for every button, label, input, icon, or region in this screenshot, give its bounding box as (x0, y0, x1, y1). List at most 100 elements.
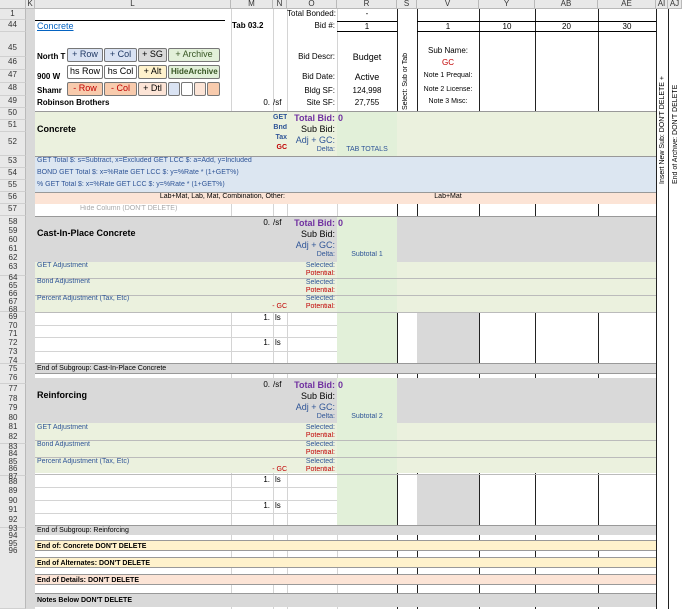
row-header[interactable]: 55 (0, 180, 26, 192)
group2-item1-unit[interactable]: ls (275, 475, 287, 486)
group2-delta-label: Delta: (316, 413, 335, 420)
group2-subtotal-label: Subtotal 2 (351, 413, 383, 420)
concrete-link[interactable]: Concrete (37, 21, 117, 32)
col-ai-label: AI (657, 0, 666, 8)
color-swatch-salmon[interactable] (207, 82, 220, 96)
site-sf-value[interactable]: 27,755 (337, 98, 397, 110)
col-m-label: M (248, 0, 255, 8)
column-header-ai[interactable]: AI (656, 0, 668, 9)
row-header[interactable]: 51 (0, 120, 26, 132)
row-header[interactable]: 50 (0, 108, 26, 120)
color-swatch-white[interactable] (181, 82, 193, 96)
lab-mat-value[interactable]: Lab+Mat (417, 193, 479, 204)
row-header[interactable]: 49 (0, 96, 26, 108)
note2-label: Note 2 License: (423, 86, 473, 93)
hs-col-button[interactable]: hs Col (104, 65, 137, 79)
bldg-sf-value[interactable]: 124,998 (337, 86, 397, 98)
select-all-corner[interactable] (0, 0, 26, 9)
row-header[interactable]: 54 (0, 168, 26, 180)
row-number: 49 (8, 96, 17, 105)
col-n-label: N (276, 0, 283, 8)
sub-name-value[interactable]: GC (419, 58, 477, 70)
column-header-m[interactable]: M (231, 0, 273, 9)
row-header[interactable]: 1 (0, 9, 26, 20)
column-header-v[interactable]: V (417, 0, 479, 9)
select-sub-or-tab[interactable]: Select: Sub or Tab (402, 46, 410, 110)
col-v-number: 1 (417, 21, 479, 32)
lab-mat-label: Lab+Mat, Lab, Mat, Combination, Other: (159, 193, 285, 200)
color-swatch-peach[interactable] (194, 82, 206, 96)
row-header[interactable]: 53 (0, 156, 26, 168)
add-row-button[interactable]: + Row (67, 48, 103, 62)
group1-total-bid-label: Total Bid: (294, 218, 335, 228)
group1-adjust-band-right (397, 262, 656, 312)
row-numbers-adj1: 64 65 66 67 68 (0, 274, 26, 314)
group2-item2-qty[interactable]: 1. (232, 501, 272, 512)
row-header[interactable]: 56 (0, 192, 26, 204)
row-number: 57 (8, 204, 17, 213)
end-of-details: End of Details: DON'T DELETE (35, 574, 656, 585)
add-sg-button[interactable]: + SG (138, 48, 167, 62)
delete-col-button[interactable]: - Col (104, 82, 137, 96)
group2-get-adjustment: GET Adjustment (37, 424, 88, 431)
delete-row-button[interactable]: - Row (67, 82, 103, 96)
column-k-strip (26, 9, 35, 609)
add-dtl-button[interactable]: + Dtl (138, 82, 167, 96)
row-header[interactable]: 46 (0, 57, 26, 70)
col-v-label: V (444, 0, 451, 8)
row-number: 60 (8, 235, 18, 244)
column-header-k[interactable]: K (26, 0, 35, 9)
end-of-archive-label: End of Archive: DON'T DELETE (672, 84, 679, 184)
row-number: 47 (8, 70, 17, 79)
row-number: 56 (8, 192, 17, 201)
bid-descr-value[interactable]: Budget (337, 52, 397, 64)
column-header-o[interactable]: O (287, 0, 337, 9)
column-header-n[interactable]: N (273, 0, 287, 9)
group1-item2-qty[interactable]: 1. (232, 338, 272, 349)
col-ab-label: AB (560, 0, 572, 8)
col-r-label: R (363, 0, 370, 8)
color-swatch-blue[interactable] (168, 82, 180, 96)
bldg-sf-label: Bldg SF: (304, 86, 335, 95)
row-header[interactable]: 44 (0, 20, 26, 32)
col-k-label: K (27, 0, 33, 8)
column-header-ab[interactable]: AB (535, 0, 598, 9)
col-y-label: Y (503, 0, 510, 8)
add-alt-button[interactable]: + Alt (138, 65, 167, 79)
column-header-y[interactable]: Y (479, 0, 535, 9)
cost-per-sf: 0. (263, 98, 270, 107)
column-header-l[interactable]: L (35, 0, 231, 9)
row-header[interactable]: 47 (0, 70, 26, 83)
column-header-s[interactable]: S (397, 0, 417, 9)
group2-item1-qty[interactable]: 1. (232, 475, 272, 486)
row-number: 77 (8, 384, 18, 393)
group1-item1-qty[interactable]: 1. (232, 313, 272, 324)
row-header[interactable]: 52 (0, 132, 26, 156)
row-header[interactable]: 45 (0, 32, 26, 57)
column-header-r[interactable]: R (337, 0, 397, 9)
bid-date-value[interactable]: Active (337, 72, 397, 84)
hs-row-button[interactable]: hs Row (67, 65, 103, 79)
notes-below: Notes Below DON'T DELETE (35, 593, 656, 607)
group1-item2-unit[interactable]: ls (275, 338, 287, 349)
spreadsheet: K L M N O R S V Y AB AE AI AJ 1 45 44 46… (0, 0, 682, 609)
row-number: 91 (8, 505, 18, 515)
legend-row-54: BOND GET Total $: x=%Rate GET LCC $: y=%… (37, 169, 239, 176)
column-header-ae[interactable]: AE (598, 0, 656, 9)
group2-v-cells (417, 475, 479, 525)
sub-bid-label: Sub Bid: (300, 124, 335, 134)
group1-get-potential: Potential: (305, 270, 335, 277)
col-l-label: L (130, 0, 135, 8)
add-col-button[interactable]: + Col (104, 48, 137, 62)
add-archive-button[interactable]: + Archive (168, 48, 220, 62)
row-header[interactable]: 57 (0, 204, 26, 216)
column-header-aj[interactable]: AJ (668, 0, 682, 9)
group1-item1-unit[interactable]: ls (275, 313, 287, 324)
col-ae-label: AE (621, 0, 632, 8)
group1-pct-selected: Selected: (305, 295, 335, 302)
gc-label: GC (276, 144, 288, 151)
group2-item2-unit[interactable]: ls (275, 501, 287, 512)
group2-sub-bid-label: Sub Bid: (300, 391, 335, 401)
hide-archive-button[interactable]: HideArchive (168, 65, 220, 79)
row-header[interactable]: 48 (0, 83, 26, 96)
